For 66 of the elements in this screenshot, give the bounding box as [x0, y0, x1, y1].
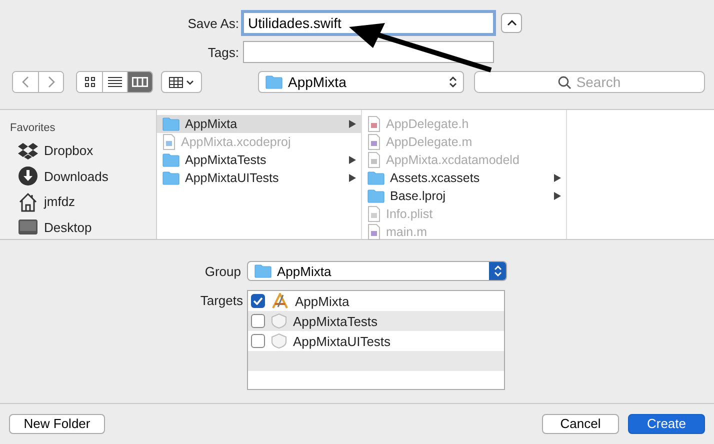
chevron-up-icon [506, 20, 516, 26]
search-icon [558, 76, 571, 89]
sidebar-item[interactable]: jmfdz [44, 194, 76, 210]
up-down-icon [494, 265, 502, 277]
disclosure-icon[interactable] [349, 120, 356, 128]
up-down-icon [449, 76, 457, 88]
desktop-icon [18, 219, 38, 236]
collapse-button[interactable] [501, 13, 522, 33]
arrange-button[interactable] [161, 71, 202, 93]
disclosure-icon[interactable] [349, 156, 356, 164]
file-row[interactable]: AppMixtaTests [157, 151, 361, 169]
columns-icon [132, 77, 148, 87]
document-icon [367, 152, 381, 168]
disclosure-icon[interactable] [554, 192, 561, 200]
tags-label: Tags: [206, 44, 240, 60]
location-popup[interactable]: AppMixta [258, 71, 464, 93]
document-icon [367, 206, 381, 222]
checkmark-icon [253, 297, 263, 305]
save-as-field[interactable]: Utilidades.swift [243, 12, 494, 34]
chevron-right-icon [48, 76, 54, 88]
forward-button[interactable] [38, 72, 63, 92]
target-name: AppMixtaTests [293, 314, 378, 328]
save-as-label: Save As: [186, 16, 240, 30]
document-icon [162, 134, 176, 150]
document-icon [367, 134, 381, 150]
document-icon [367, 116, 381, 132]
chevron-left-icon [22, 76, 29, 88]
download-icon [18, 166, 38, 186]
search-field[interactable]: Search [474, 71, 705, 93]
sidebar-heading: Favorites [10, 122, 56, 134]
targets-label: Targets [199, 292, 244, 308]
sidebar-item[interactable]: Downloads [44, 168, 108, 184]
tags-field[interactable] [243, 41, 494, 63]
target-name: AppMixtaUITests [293, 334, 391, 348]
file-row[interactable]: AppMixta [157, 115, 361, 133]
folder-icon [265, 75, 283, 89]
app-target-icon [271, 293, 289, 309]
disclosure-icon[interactable] [349, 174, 356, 182]
caret-icon [186, 80, 194, 84]
folder-icon [367, 171, 385, 185]
folder-icon [254, 264, 272, 278]
cancel-button[interactable]: Cancel [542, 414, 619, 434]
sidebar-item[interactable]: Desktop [44, 220, 92, 235]
file-row[interactable]: AppMixtaUITests [157, 169, 361, 187]
grid-icon [84, 77, 94, 87]
grid-icon [169, 76, 183, 88]
group-popup[interactable]: AppMixta [247, 261, 507, 281]
test-target-icon [271, 333, 287, 349]
disclosure-icon[interactable] [554, 174, 561, 182]
new-folder-button[interactable]: New Folder [9, 414, 105, 434]
folder-icon [162, 117, 180, 131]
checkbox[interactable] [251, 314, 265, 328]
file-row[interactable]: Base.lproj [362, 187, 566, 205]
checkbox[interactable] [251, 294, 265, 308]
folder-icon [162, 153, 180, 167]
dropbox-icon [18, 142, 38, 160]
file-row[interactable]: Assets.xcassets [362, 169, 566, 187]
create-button[interactable]: Create [628, 414, 705, 434]
sidebar-item[interactable]: Dropbox [44, 143, 94, 158]
folder-icon [367, 189, 385, 203]
list-icon [108, 77, 122, 87]
group-label: Group [204, 264, 242, 278]
checkbox[interactable] [251, 334, 265, 348]
home-icon [18, 192, 38, 212]
folder-icon [162, 171, 180, 185]
target-name: AppMixta [295, 294, 350, 308]
